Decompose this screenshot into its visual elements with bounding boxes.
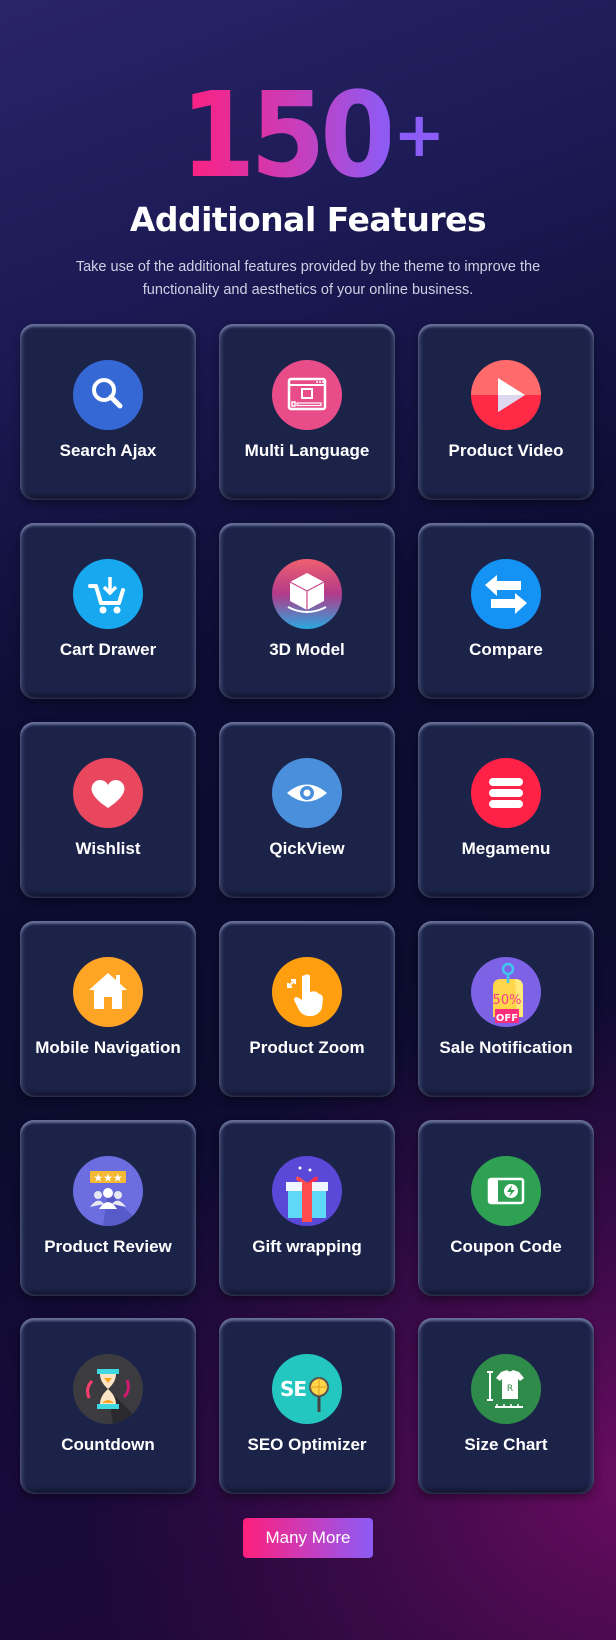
many-more-button[interactable]: Many More bbox=[243, 1518, 373, 1558]
feature-card-product-video[interactable]: Product Video bbox=[418, 324, 594, 500]
feature-label: Wishlist bbox=[75, 839, 141, 858]
coupon-icon bbox=[471, 1156, 541, 1226]
feature-card-mobile-navigation[interactable]: Mobile Navigation bbox=[20, 921, 196, 1097]
feature-card-wishlist[interactable]: Wishlist bbox=[20, 722, 196, 898]
feature-label: QickView bbox=[269, 839, 345, 858]
feature-label: Mobile Navigation bbox=[35, 1038, 181, 1057]
feature-label: Search Ajax bbox=[59, 441, 157, 460]
home-icon bbox=[73, 957, 143, 1027]
size-chart-icon: R bbox=[471, 1354, 541, 1424]
svg-text:OFF: OFF bbox=[496, 1013, 518, 1024]
feature-card-multi-language[interactable]: Multi Language bbox=[219, 324, 395, 500]
feature-label: Size Chart bbox=[464, 1435, 548, 1454]
feature-card-megamenu[interactable]: Megamenu bbox=[418, 722, 594, 898]
feature-label: 3D Model bbox=[269, 640, 345, 659]
feature-label: Product Review bbox=[44, 1237, 172, 1256]
review-stars-icon: ★★★ bbox=[73, 1156, 143, 1226]
feature-card-cart-drawer[interactable]: Cart Drawer bbox=[20, 523, 196, 699]
feature-card-coupon-code[interactable]: Coupon Code bbox=[418, 1120, 594, 1296]
feature-label: Coupon Code bbox=[450, 1237, 562, 1256]
feature-card-3d-model[interactable]: 3D Model bbox=[219, 523, 395, 699]
language-browser-icon bbox=[272, 360, 342, 430]
seo-icon: SE bbox=[272, 1354, 342, 1424]
feature-label: Megamenu bbox=[461, 839, 551, 858]
feature-label: Gift wrapping bbox=[252, 1237, 362, 1256]
feature-card-product-review[interactable]: ★★★ Product Review bbox=[20, 1120, 196, 1296]
feature-count: 150 bbox=[179, 66, 396, 204]
feature-label: Multi Language bbox=[244, 441, 370, 460]
feature-card-compare[interactable]: Compare bbox=[418, 523, 594, 699]
feature-card-search-ajax[interactable]: Search Ajax bbox=[20, 324, 196, 500]
eye-icon bbox=[272, 758, 342, 828]
feature-label: Countdown bbox=[61, 1435, 155, 1454]
svg-text:R: R bbox=[507, 1384, 513, 1394]
compare-arrows-icon bbox=[471, 559, 541, 629]
cart-icon bbox=[73, 559, 143, 629]
feature-label: Sale Notification bbox=[439, 1038, 573, 1057]
sale-tag-icon: 50% OFF bbox=[471, 957, 541, 1027]
page-title: Additional Features bbox=[129, 200, 487, 239]
search-icon bbox=[73, 360, 143, 430]
feature-count-plus: + bbox=[393, 98, 446, 171]
feature-label: Product Zoom bbox=[249, 1038, 365, 1057]
svg-text:SE: SE bbox=[280, 1377, 306, 1401]
svg-text:50%: 50% bbox=[493, 993, 522, 1008]
feature-label: Cart Drawer bbox=[59, 640, 157, 659]
feature-count-heading: 150+ bbox=[0, 76, 616, 194]
feature-label: Product Video bbox=[448, 441, 564, 460]
page-subtitle: Take use of the additional features prov… bbox=[75, 259, 541, 298]
feature-card-countdown[interactable]: Countdown bbox=[20, 1318, 196, 1494]
gift-icon bbox=[272, 1156, 342, 1226]
feature-card-gift-wrapping[interactable]: Gift wrapping bbox=[219, 1120, 395, 1296]
feature-label: Compare bbox=[469, 640, 543, 659]
feature-card-product-zoom[interactable]: Product Zoom bbox=[219, 921, 395, 1097]
play-icon bbox=[471, 360, 541, 430]
feature-label: SEO Optimizer bbox=[247, 1435, 367, 1454]
feature-card-size-chart[interactable]: R Size Chart bbox=[418, 1318, 594, 1494]
svg-text:★★★: ★★★ bbox=[93, 1172, 123, 1185]
touch-zoom-icon bbox=[272, 957, 342, 1027]
feature-card-qickview[interactable]: QickView bbox=[219, 722, 395, 898]
cube-icon bbox=[272, 559, 342, 629]
heart-icon bbox=[73, 758, 143, 828]
hourglass-icon bbox=[73, 1354, 143, 1424]
menu-icon bbox=[471, 758, 541, 828]
feature-card-sale-notification[interactable]: 50% OFF Sale Notification bbox=[418, 921, 594, 1097]
feature-card-seo-optimizer[interactable]: SE SEO Optimizer bbox=[219, 1318, 395, 1494]
